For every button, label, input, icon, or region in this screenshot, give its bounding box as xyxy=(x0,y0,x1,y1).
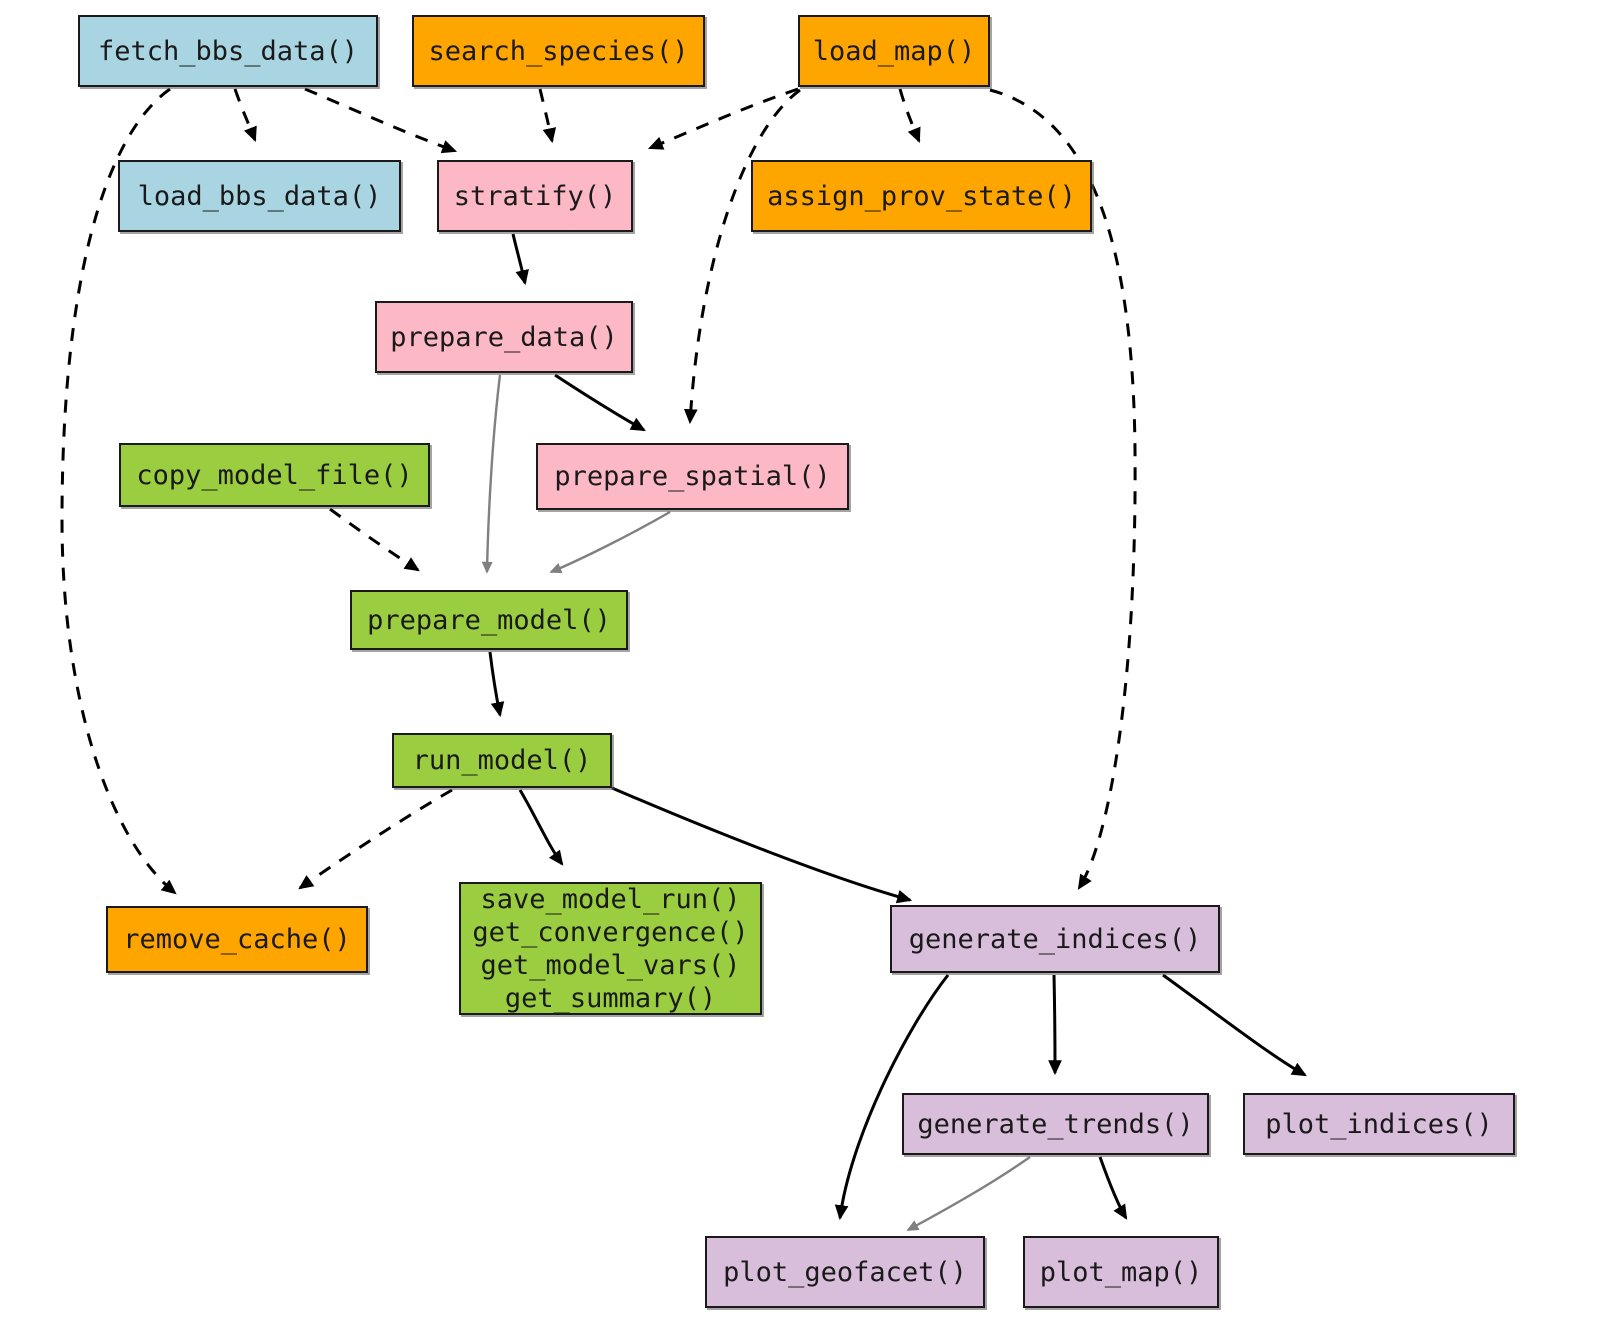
edge-load_map-to-prepare_spatial xyxy=(683,88,801,425)
edge-prepare_spatial-to-prepare_model xyxy=(549,510,671,574)
node-label: get_convergence() xyxy=(472,916,749,948)
edge-load_map-to-assign_prov_state xyxy=(898,88,921,144)
edge-generate_indices-to-generate_trends xyxy=(1048,974,1062,1076)
edge-generate_trends-to-plot_geofacet xyxy=(906,1156,1031,1232)
node-fetch_bbs_data[interactable]: fetch_bbs_data() xyxy=(78,15,378,87)
node-label: prepare_spatial() xyxy=(554,461,831,492)
node-plot_geofacet[interactable]: plot_geofacet() xyxy=(705,1236,985,1308)
node-label: get_model_vars() xyxy=(480,949,741,981)
node-run_model[interactable]: run_model() xyxy=(392,733,612,788)
node-load_bbs_data[interactable]: load_bbs_data() xyxy=(118,160,401,232)
node-label: prepare_model() xyxy=(367,604,611,636)
node-label: copy_model_file() xyxy=(136,459,413,491)
node-label: generate_trends() xyxy=(917,1108,1194,1140)
node-label: load_map() xyxy=(812,35,976,67)
node-label: fetch_bbs_data() xyxy=(97,35,359,67)
edge-run_model-to-remove_cache xyxy=(298,788,453,890)
node-label: run_model() xyxy=(412,745,592,776)
edge-fetch_bbs_data-to-load_bbs_data xyxy=(233,88,257,143)
node-label: search_species() xyxy=(428,35,689,67)
node-search_species[interactable]: search_species() xyxy=(412,15,705,87)
node-plot_indices[interactable]: plot_indices() xyxy=(1243,1093,1515,1155)
node-label: save_model_run() xyxy=(480,883,741,915)
node-label: generate_indices() xyxy=(908,923,1202,955)
node-stratify[interactable]: stratify() xyxy=(437,160,633,232)
node-remove_cache[interactable]: remove_cache() xyxy=(106,906,368,973)
node-prepare_spatial[interactable]: prepare_spatial() xyxy=(536,443,849,510)
edge-generate_trends-to-plot_map xyxy=(1098,1156,1128,1220)
node-label: prepare_data() xyxy=(390,321,618,353)
node-label: plot_geofacet() xyxy=(723,1256,967,1288)
edge-prepare_data-to-prepare_model xyxy=(481,374,502,574)
node-label: get_summary() xyxy=(504,982,717,1014)
edge-generate_indices-to-plot_indices xyxy=(1162,973,1307,1077)
node-model_outputs[interactable]: save_model_run() get_convergence() get_mod… xyxy=(459,882,762,1015)
function-call-graph: fetch_bbs_data() search_species() load_map… xyxy=(0,0,1602,1333)
edge-prepare_data-to-prepare_spatial xyxy=(554,373,646,432)
edge-load_map-to-stratify xyxy=(647,87,799,150)
node-plot_map[interactable]: plot_map() xyxy=(1023,1236,1219,1308)
node-prepare_model[interactable]: prepare_model() xyxy=(350,590,628,650)
node-label: stratify() xyxy=(453,180,617,212)
node-load_map[interactable]: load_map() xyxy=(798,15,990,87)
node-generate_indices[interactable]: generate_indices() xyxy=(890,905,1220,973)
edge-run_model-to-model_outputs xyxy=(518,789,564,866)
node-label: load_bbs_data() xyxy=(137,180,382,212)
node-label: assign_prov_state() xyxy=(767,180,1076,212)
edge-stratify-to-prepare_data xyxy=(511,233,529,286)
node-copy_model_file[interactable]: copy_model_file() xyxy=(119,443,430,507)
node-generate_trends[interactable]: generate_trends() xyxy=(902,1093,1209,1155)
edge-fetch_bbs_data-to-stratify xyxy=(304,87,458,154)
edge-copy_model_file-to-prepare_model xyxy=(329,507,420,572)
node-prepare_data[interactable]: prepare_data() xyxy=(375,301,633,373)
node-label: plot_map() xyxy=(1039,1256,1203,1288)
edge-prepare_model-to-run_model xyxy=(488,651,505,718)
edge-search_species-to-stratify xyxy=(538,88,557,144)
node-label: remove_cache() xyxy=(123,924,351,955)
node-label: plot_indices() xyxy=(1265,1108,1493,1140)
node-assign_prov_state[interactable]: assign_prov_state() xyxy=(751,160,1092,232)
